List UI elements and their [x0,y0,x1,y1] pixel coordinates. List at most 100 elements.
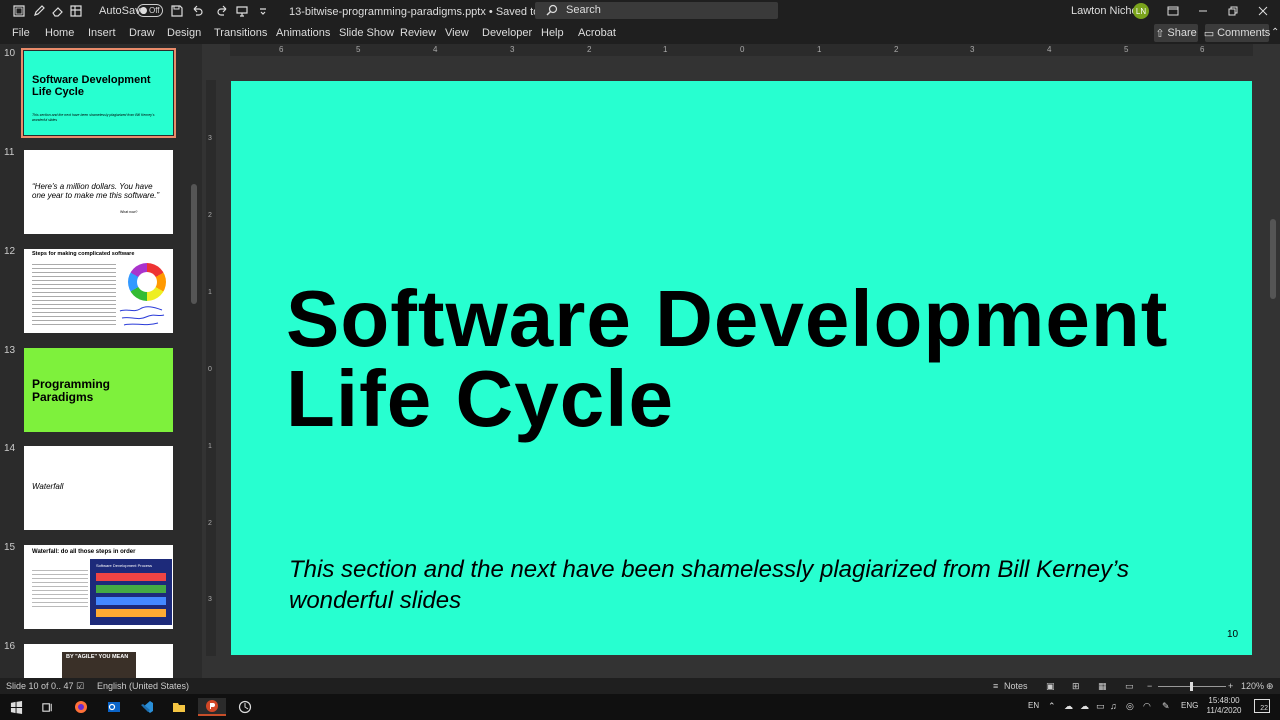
thumbnail-subtitle: This section and the next have been sham… [32,113,155,122]
present-icon[interactable] [235,4,249,18]
redo-icon[interactable] [216,4,230,18]
thumbnail-slide-14[interactable]: Waterfall [24,446,173,530]
zoom-out-icon[interactable]: − [1147,681,1152,691]
tab-home[interactable]: Home [45,27,74,39]
table-icon[interactable] [69,4,83,18]
undo-icon[interactable] [190,4,204,18]
tab-insert[interactable]: Insert [88,27,116,39]
editor-scrollbar[interactable] [1268,44,1278,678]
restore-icon[interactable] [1218,0,1248,22]
outlook-icon[interactable] [105,698,123,716]
cycle-diagram [128,263,166,301]
tab-view[interactable]: View [445,27,469,39]
search-icon [545,3,559,17]
clock[interactable]: 15:48:00 11/4/2020 [1203,696,1245,716]
tab-draw[interactable]: Draw [129,27,155,39]
slide-sorter-icon[interactable]: ⊞ [1072,681,1080,692]
zoom-level[interactable]: 120% [1241,681,1264,691]
ruler-tick: 2 [208,212,212,219]
file-explorer-icon[interactable] [170,698,188,716]
title-bar: AutoSave Off 13-bitwise-programming-para… [0,0,1280,22]
slide-title[interactable]: Software Development Life Cycle [286,279,1246,439]
ribbon-tabs: File Home Insert Draw Design Transitions… [0,22,1280,44]
share-icon: ⇧ [1155,27,1165,40]
tab-acrobat[interactable]: Acrobat [578,27,616,39]
thumbnail-slide-15[interactable]: Waterfall: do all those steps in order S… [24,545,173,629]
thumbnail-slide-12[interactable]: Steps for making complicated software [24,249,173,333]
pen-icon[interactable] [32,4,46,18]
thumbnail-slide-13[interactable]: Programming Paradigms [24,348,173,432]
notification-count: 22 [1260,705,1268,712]
slideshow-view-icon[interactable]: ▭ [1125,681,1134,692]
slide-subtitle[interactable]: This section and the next have been sham… [289,554,1229,616]
tab-design[interactable]: Design [167,27,201,39]
minimize-icon[interactable] [1188,0,1218,22]
thumbnail-slide-10[interactable]: Software Development Life Cycle This sec… [21,48,176,138]
avatar[interactable]: LN [1133,3,1149,19]
customize-toolbar-icon[interactable] [256,4,270,18]
slide-title-line: Life Cycle [286,354,674,443]
search-input[interactable]: Search [535,2,778,19]
collapse-ribbon-icon[interactable]: ⌃ [1271,27,1279,38]
current-slide[interactable]: Software Development Life Cycle This sec… [231,81,1252,655]
editor-scroll-thumb[interactable] [1270,219,1276,299]
thumbnail-slide-11[interactable]: “Here's a million dollars. You have one … [24,150,173,234]
tab-slide-show[interactable]: Slide Show [339,27,394,39]
select-icon[interactable] [12,4,26,18]
tab-review[interactable]: Review [400,27,436,39]
tab-developer[interactable]: Developer [482,27,532,39]
thumbnail-title: Waterfall [32,482,64,491]
vscode-icon[interactable] [138,698,156,716]
slide-info: Slide 10 of 0.. 47 [6,681,74,691]
thumbnail-slide-16[interactable]: BY "AGILE" YOU MEAN [24,644,173,678]
zoom-in-icon[interactable]: + [1228,681,1233,691]
autosave-toggle[interactable]: Off [137,4,163,17]
normal-view-icon[interactable]: ▣ [1046,681,1055,692]
tab-help[interactable]: Help [541,27,564,39]
thumbnail-title: Programming Paradigms [32,377,111,404]
tab-file[interactable]: File [12,27,30,39]
powerpoint-taskbar-icon[interactable] [198,698,226,716]
spellcheck-icon[interactable]: ☑ [76,681,84,692]
tab-transitions[interactable]: Transitions [214,27,267,39]
onedrive-icon[interactable]: ☁ [1080,701,1089,712]
fit-slide-icon[interactable]: ⊕ [1266,681,1274,692]
usb-icon[interactable]: ◎ [1126,701,1134,712]
ribbon-display-icon[interactable] [1158,0,1188,22]
notes-button[interactable]: Notes [1004,681,1028,691]
ruler-tick: 0 [208,366,212,373]
thumbnail-number: 14 [4,443,16,454]
save-icon[interactable] [170,4,184,18]
pen-tray-icon[interactable]: ✎ [1162,701,1170,712]
volume-icon[interactable]: ♫ [1110,701,1117,711]
close-icon[interactable] [1248,0,1278,22]
ruler-tick: 1 [208,289,212,296]
thumbnail-scrollbar[interactable] [190,44,198,678]
ruler-tick: 2 [894,45,899,54]
thumbnail-number: 10 [4,48,16,59]
wifi-icon[interactable]: ◠ [1143,701,1151,712]
show-hidden-icons-icon[interactable]: ⌃ [1048,701,1056,712]
network-icon[interactable]: ☁ [1064,701,1073,712]
app-circle-icon[interactable] [236,698,254,716]
notification-center-icon[interactable]: 22 [1254,699,1270,713]
task-view-icon[interactable] [38,698,56,716]
comments-button[interactable]: ▭ Comments [1204,24,1270,42]
ruler-tick: 1 [817,45,822,54]
input-language-short[interactable]: EN [1028,701,1039,710]
eraser-icon[interactable] [51,4,65,18]
ruler-tick: 2 [208,520,212,527]
share-button[interactable]: ⇧ Share [1154,24,1198,42]
tab-animations[interactable]: Animations [276,27,330,39]
slide-thumbnails-pane: 10 Software Development Life Cycle This … [0,44,202,678]
reading-view-icon[interactable]: ▦ [1098,681,1107,692]
thumbnail-scroll-thumb[interactable] [191,184,197,304]
battery-icon[interactable]: ▭ [1096,701,1105,712]
zoom-slider-handle[interactable] [1190,682,1193,691]
vertical-ruler: 3 2 1 0 1 2 3 [206,80,216,656]
windows-start-icon[interactable] [7,698,25,716]
input-language-long[interactable]: ENG [1181,701,1198,710]
language-status[interactable]: English (United States) [97,681,189,691]
meme-caption: BY "AGILE" YOU MEAN [66,654,129,660]
firefox-icon[interactable] [72,698,90,716]
